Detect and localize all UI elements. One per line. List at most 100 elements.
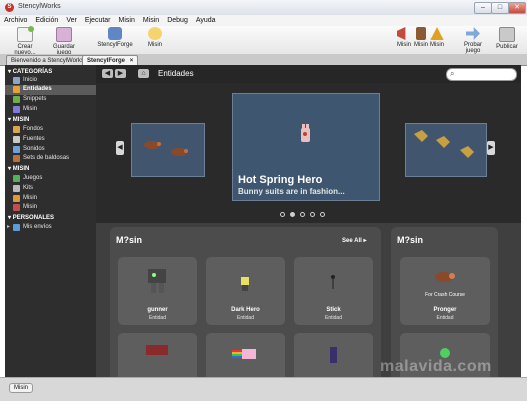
sidebar-header-categorias[interactable]: ▾ CATEGORÍAS (8, 68, 52, 75)
featured-subtitle: Bunny suits are in fashion... (238, 187, 345, 196)
sidebar-item-fondos[interactable]: Fondos (13, 125, 44, 134)
carousel-slide-next[interactable] (405, 123, 487, 177)
font-icon (13, 136, 20, 143)
sidebar-header-personales-label: PERSONALES (12, 215, 55, 221)
sidebar-item-juegos-label: Juegos (23, 175, 43, 181)
home-icon (13, 77, 20, 84)
pronger-boar-art (435, 272, 455, 282)
spiky-sprites-art (414, 130, 474, 158)
carousel-dot-3[interactable] (300, 212, 305, 217)
entity-card-5[interactable] (206, 333, 285, 377)
entity-card-kind: Entidad (149, 315, 166, 321)
carousel-slide-prev[interactable] (131, 123, 205, 177)
menu-ejecutar[interactable]: Ejecutar (81, 15, 115, 26)
create-new-button[interactable]: Crear nuevo... (6, 26, 44, 56)
menu-misin-1[interactable]: Misin (115, 15, 139, 26)
back-button[interactable]: ◀ (102, 69, 113, 78)
entities-panel: M?sin See All ▸ gunner Entidad Dark Hero… (110, 227, 381, 377)
rainbow-cat-art (232, 349, 256, 359)
toolbar-misin-book-button[interactable]: Misin (413, 27, 429, 48)
entity-card-4[interactable] (118, 333, 197, 377)
carousel-next-button[interactable]: ▶ (487, 141, 495, 155)
extension-icon (13, 204, 20, 211)
boar-sprites-art (144, 141, 188, 156)
megaphone-icon (397, 27, 406, 40)
sidebar-item-mis-envios[interactable]: ▸ Mis envíos (7, 223, 52, 232)
sidebar-item-sets-de-baldosas-label: Sets de baldosas (23, 155, 70, 161)
toolbar-misin-chat-label: Misin (147, 42, 162, 48)
status-button[interactable]: Misin (9, 383, 34, 393)
carousel-dot-4[interactable] (310, 212, 315, 217)
watermark-logo: malavida.com (380, 358, 492, 375)
sidebar-header-personales[interactable]: ▾ PERSONALES (8, 214, 54, 221)
game-icon (13, 175, 20, 182)
test-game-button[interactable]: Probar juego (456, 27, 490, 54)
sidebar-item-misin-3[interactable]: Misin (13, 203, 38, 212)
chevron-right-icon: ▸ (363, 238, 367, 244)
menu-misin-2[interactable]: Misin (139, 15, 163, 26)
forward-button[interactable]: ▶ (115, 69, 126, 78)
tab-stencylforge-close-icon[interactable]: × (130, 58, 134, 64)
save-icon (56, 27, 72, 42)
tab-stencylforge-label: StencylForge (87, 58, 126, 64)
entity-card-6[interactable] (294, 333, 373, 377)
window-title: StencylWorks (18, 3, 61, 10)
entity-card-dark-hero[interactable]: Dark Hero Entidad (206, 257, 285, 325)
toolbar-misin-megaphone-button[interactable]: Misin (396, 27, 412, 48)
carousel-dot-2[interactable] (290, 212, 295, 217)
sidebar-header-misin-1[interactable]: ▾ MISIN (8, 116, 29, 123)
second-entities-panel: M?sin For Crash Course Pronger Entidad (391, 227, 498, 377)
see-all-link[interactable]: See All ▸ (342, 237, 366, 244)
sidebar-item-entidades[interactable]: Entidades (13, 85, 52, 94)
carousel-dot-5[interactable] (320, 212, 325, 217)
maximize-button[interactable]: □ (491, 2, 509, 14)
minimize-button[interactable]: – (474, 2, 492, 14)
chat-icon (148, 27, 162, 40)
save-game-button[interactable]: Guardar juego (46, 27, 82, 56)
entity-card-pronger[interactable]: For Crash Course Pronger Entidad (400, 257, 490, 325)
dark-hero-art (241, 277, 249, 291)
entities-panel-title: M?sin (116, 235, 142, 245)
sidebar-item-misin-1[interactable]: Misin (13, 105, 37, 114)
gunner-robot-art (148, 269, 166, 293)
stencylforge-button[interactable]: StencylForge (97, 27, 133, 48)
expand-arrow-icon[interactable]: ▸ (7, 223, 10, 232)
carousel-slide-featured[interactable]: Hot Spring Hero Bunny suits are in fashi… (232, 93, 380, 201)
featured-title: Hot Spring Hero (238, 174, 323, 186)
background-icon (13, 126, 20, 133)
tab-welcome-label: Bienvenido a StencylWorks (11, 58, 84, 64)
sidebar-item-sonidos-label: Sonidos (23, 146, 45, 152)
menu-ver[interactable]: Ver (62, 15, 81, 26)
sidebar-item-mis-envios-label: Mis envíos (23, 224, 52, 230)
publish-button[interactable]: Publicar (494, 27, 520, 50)
sidebar-item-misin-3-label: Misin (23, 204, 38, 210)
sidebar-item-snippets[interactable]: Snippets (13, 95, 46, 104)
menu-archivo[interactable]: Archivo (0, 15, 31, 26)
sidebar-item-kits[interactable]: Kits (13, 184, 33, 193)
bunny-hero-art (301, 124, 310, 142)
sidebar: ▾ CATEGORÍAS Inicio Entidades Snippets M… (5, 65, 96, 377)
sidebar-item-fondos-label: Fondos (23, 126, 44, 132)
entity-card-stick[interactable]: Stick Entidad (294, 257, 373, 325)
carousel-prev-button[interactable]: ◀ (116, 141, 124, 155)
menu-edicion[interactable]: Edición (31, 15, 62, 26)
search-input[interactable]: ⌕ (446, 68, 517, 81)
home-button[interactable]: ⌂ (138, 69, 149, 78)
toolbar-misin-chat-button[interactable]: Misin (145, 27, 165, 48)
main-content: ◀ ▶ ⌂ Entidades ⌕ Hot Spring Hero Bunny … (96, 65, 521, 377)
sidebar-item-fuentes[interactable]: Fuentes (13, 135, 45, 144)
menu-ayuda[interactable]: Ayuda (192, 15, 220, 26)
sidebar-header-misin-2[interactable]: ▾ MISIN (8, 165, 29, 172)
sidebar-item-sonidos[interactable]: Sonidos (13, 145, 45, 154)
toolbar-misin-bell-button[interactable]: Misin (429, 27, 445, 48)
close-button[interactable]: ✕ (508, 2, 526, 14)
entity-card-gunner[interactable]: gunner Entidad (118, 257, 197, 325)
sidebar-item-misin-2[interactable]: Misin (13, 194, 37, 203)
sidebar-item-inicio[interactable]: Inicio (13, 76, 37, 85)
sidebar-item-sets-de-baldosas[interactable]: Sets de baldosas (13, 154, 70, 163)
toolbar-misin-book-label: Misin (413, 42, 428, 48)
sidebar-item-juegos[interactable]: Juegos (13, 174, 43, 183)
menu-debug[interactable]: Debug (163, 15, 192, 26)
behavior-icon (13, 195, 20, 202)
carousel-dot-1[interactable] (280, 212, 285, 217)
